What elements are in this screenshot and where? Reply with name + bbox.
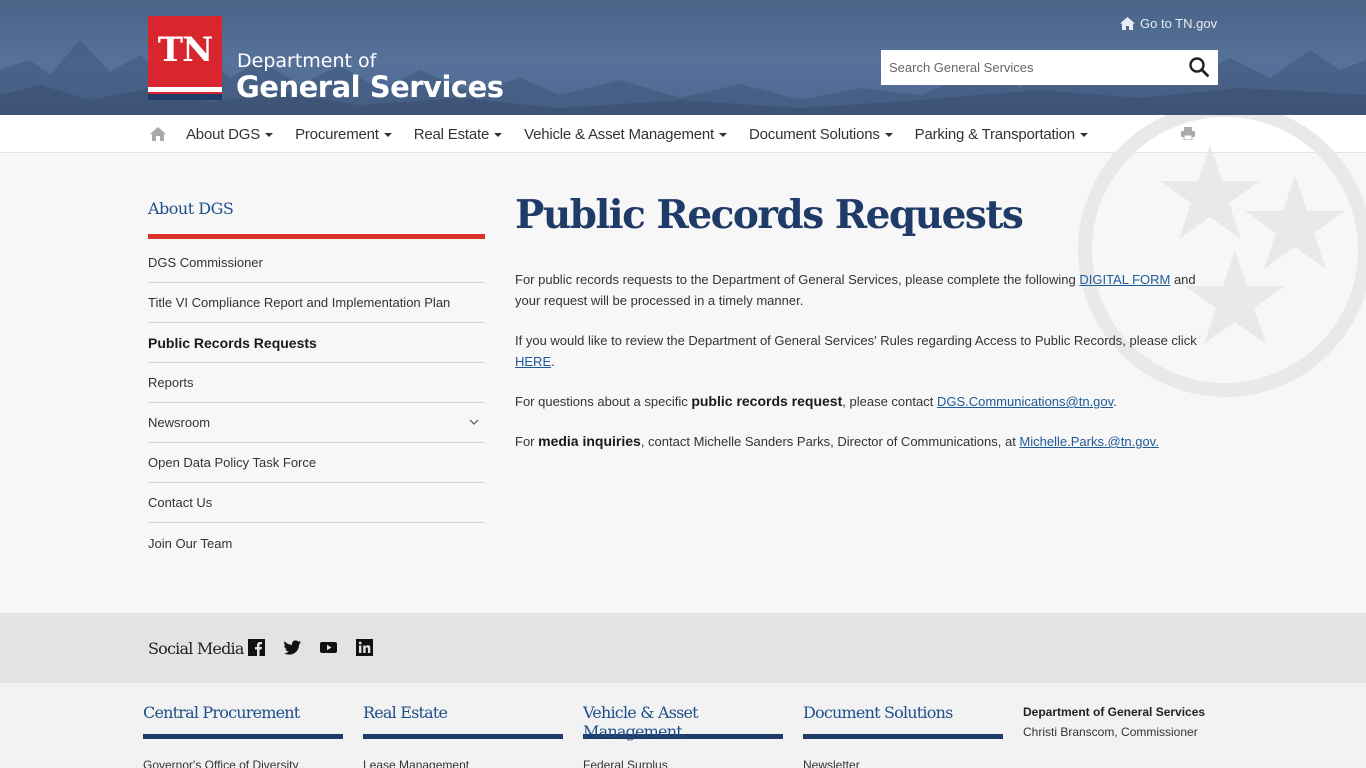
footer-link[interactable]: Newsletter: [803, 758, 1003, 768]
social-media-label: Social Media: [148, 639, 244, 658]
tn-logo-text: TN: [157, 30, 213, 70]
paragraph-rules: If you would like to review the Departme…: [515, 330, 1215, 372]
site-header: TN Department of General Services Go to …: [0, 0, 1366, 115]
rules-here-link[interactable]: HERE: [515, 354, 551, 369]
logo-stripe-white: [148, 87, 222, 92]
nav-item-label: Procurement: [295, 125, 379, 143]
text: For public records requests to the Depar…: [515, 272, 1080, 287]
sidebar-item-newsroom[interactable]: Newsroom: [148, 403, 485, 443]
sidebar-item-label: Public Records Requests: [148, 334, 317, 351]
go-to-tn-link[interactable]: Go to TN.gov: [1120, 16, 1217, 31]
footer-heading-bar: [143, 734, 343, 739]
footer-col-central-procurement: Central Procurement Governor's Office of…: [143, 703, 343, 768]
footer-link[interactable]: Lease Management: [363, 758, 563, 768]
footer-col-vehicle-asset: Vehicle & Asset Management Federal Surpl…: [583, 703, 783, 768]
footer-commissioner: Christi Branscom, Commissioner: [1023, 725, 1198, 739]
bold-text: public records request: [691, 393, 843, 409]
nav-item-procurement[interactable]: Procurement: [295, 115, 392, 153]
sidebar-item-label: Reports: [148, 375, 194, 390]
search-input[interactable]: [881, 50, 1171, 85]
sidebar-item-contact[interactable]: Contact Us: [148, 483, 485, 523]
caret-down-icon: [719, 133, 728, 137]
sidebar-item-label: Open Data Policy Task Force: [148, 455, 317, 470]
nav-item-label: Vehicle & Asset Management: [524, 125, 715, 143]
sidebar-item-label: Contact Us: [148, 495, 213, 510]
nav-item-real-estate[interactable]: Real Estate: [413, 115, 503, 153]
nav-item-parking[interactable]: Parking & Transportation: [915, 115, 1088, 153]
footer-heading[interactable]: Vehicle & Asset Management: [583, 703, 783, 741]
logo-stripe-navy: [148, 94, 222, 100]
footer-col-real-estate: Real Estate Lease Management: [363, 703, 563, 768]
twitter-icon[interactable]: [284, 639, 301, 656]
chevron-down-icon[interactable]: [469, 417, 479, 427]
sidebar-title[interactable]: About DGS: [148, 199, 234, 218]
media-email-link[interactable]: Michelle.Parks.@tn.gov.: [1019, 434, 1158, 449]
dept-name-line2[interactable]: General Services: [236, 70, 504, 104]
sidebar-item-open-data[interactable]: Open Data Policy Task Force: [148, 443, 485, 483]
text: , please contact: [842, 394, 937, 409]
home-icon: [1120, 17, 1135, 30]
linkedin-icon[interactable]: [356, 639, 373, 656]
nav-item-about-dgs[interactable]: About DGS: [186, 115, 274, 153]
footer-heading[interactable]: Document Solutions: [803, 703, 1003, 734]
nav-item-label: Real Estate: [413, 125, 490, 143]
text: .: [1113, 394, 1117, 409]
footer-heading[interactable]: Real Estate: [363, 703, 563, 734]
main-content: For public records requests to the Depar…: [515, 269, 1215, 471]
sidebar-item-commissioner[interactable]: DGS Commissioner: [148, 243, 485, 283]
text: If you would like to review the Departme…: [515, 333, 1197, 348]
caret-down-icon: [265, 133, 274, 137]
nav-item-label: Document Solutions: [749, 125, 880, 143]
go-to-tn-label: Go to TN.gov: [1140, 16, 1218, 31]
sidebar-item-reports[interactable]: Reports: [148, 363, 485, 403]
sidebar-item-label: Join Our Team: [148, 535, 233, 551]
sidebar-item-label: Newsroom: [148, 415, 211, 430]
sidebar-item-title-vi[interactable]: Title VI Compliance Report and Implement…: [148, 283, 485, 323]
sidebar-item-label: DGS Commissioner: [148, 255, 263, 270]
sidebar-item-join-team[interactable]: Join Our Team: [148, 523, 485, 563]
bold-text: media inquiries: [538, 433, 641, 449]
sidebar-item-label: Title VI Compliance Report and Implement…: [148, 295, 451, 310]
facebook-icon[interactable]: [248, 639, 265, 656]
nav-home-icon[interactable]: [150, 126, 166, 142]
text: , contact Michelle Sanders Parks, Direct…: [640, 434, 1020, 449]
nav-item-label: Parking & Transportation: [914, 125, 1075, 143]
paragraph-media: For media inquiries, contact Michelle Sa…: [515, 431, 1215, 452]
caret-down-icon: [884, 133, 893, 137]
site-footer: Central Procurement Governor's Office of…: [0, 683, 1366, 768]
social-media-band: Social Media: [0, 613, 1366, 683]
paragraph-questions: For questions about a specific public re…: [515, 391, 1215, 412]
communications-email-link[interactable]: DGS.Communications@tn.gov: [937, 394, 1113, 409]
footer-link[interactable]: Governor's Office of Diversity: [143, 758, 343, 768]
footer-dept-info: Department of General Services Christi B…: [1023, 705, 1205, 739]
tn-logo[interactable]: TN: [148, 16, 222, 100]
page-title: Public Records Requests: [515, 192, 1024, 238]
nav-item-label: About DGS: [186, 125, 261, 143]
footer-heading[interactable]: Central Procurement: [143, 703, 343, 734]
paragraph-digital-form: For public records requests to the Depar…: [515, 269, 1215, 311]
footer-link[interactable]: Federal Surplus: [583, 758, 783, 768]
footer-col-document-solutions: Document Solutions Newsletter: [803, 703, 1003, 768]
caret-down-icon: [383, 133, 392, 137]
text: For: [515, 434, 539, 449]
text: .: [551, 354, 555, 369]
footer-dept-name: Department of General Services: [1023, 705, 1206, 719]
text: For questions about a specific: [515, 394, 692, 409]
search-box: [881, 50, 1218, 85]
nav-item-document-solutions[interactable]: Document Solutions: [749, 115, 893, 153]
nav-item-vehicle-asset[interactable]: Vehicle & Asset Management: [524, 115, 728, 153]
search-icon[interactable]: [1188, 56, 1210, 78]
sidebar-item-public-records[interactable]: Public Records Requests: [148, 323, 485, 363]
youtube-icon[interactable]: [320, 639, 337, 656]
sidebar-accent-bar: [148, 234, 485, 239]
caret-down-icon: [494, 133, 503, 137]
digital-form-link[interactable]: DIGITAL FORM: [1079, 272, 1170, 287]
dept-name-line1[interactable]: Department of: [237, 50, 376, 72]
footer-heading-bar: [363, 734, 563, 739]
footer-heading-bar: [803, 734, 1003, 739]
sidebar-menu: DGS Commissioner Title VI Compliance Rep…: [148, 243, 485, 563]
